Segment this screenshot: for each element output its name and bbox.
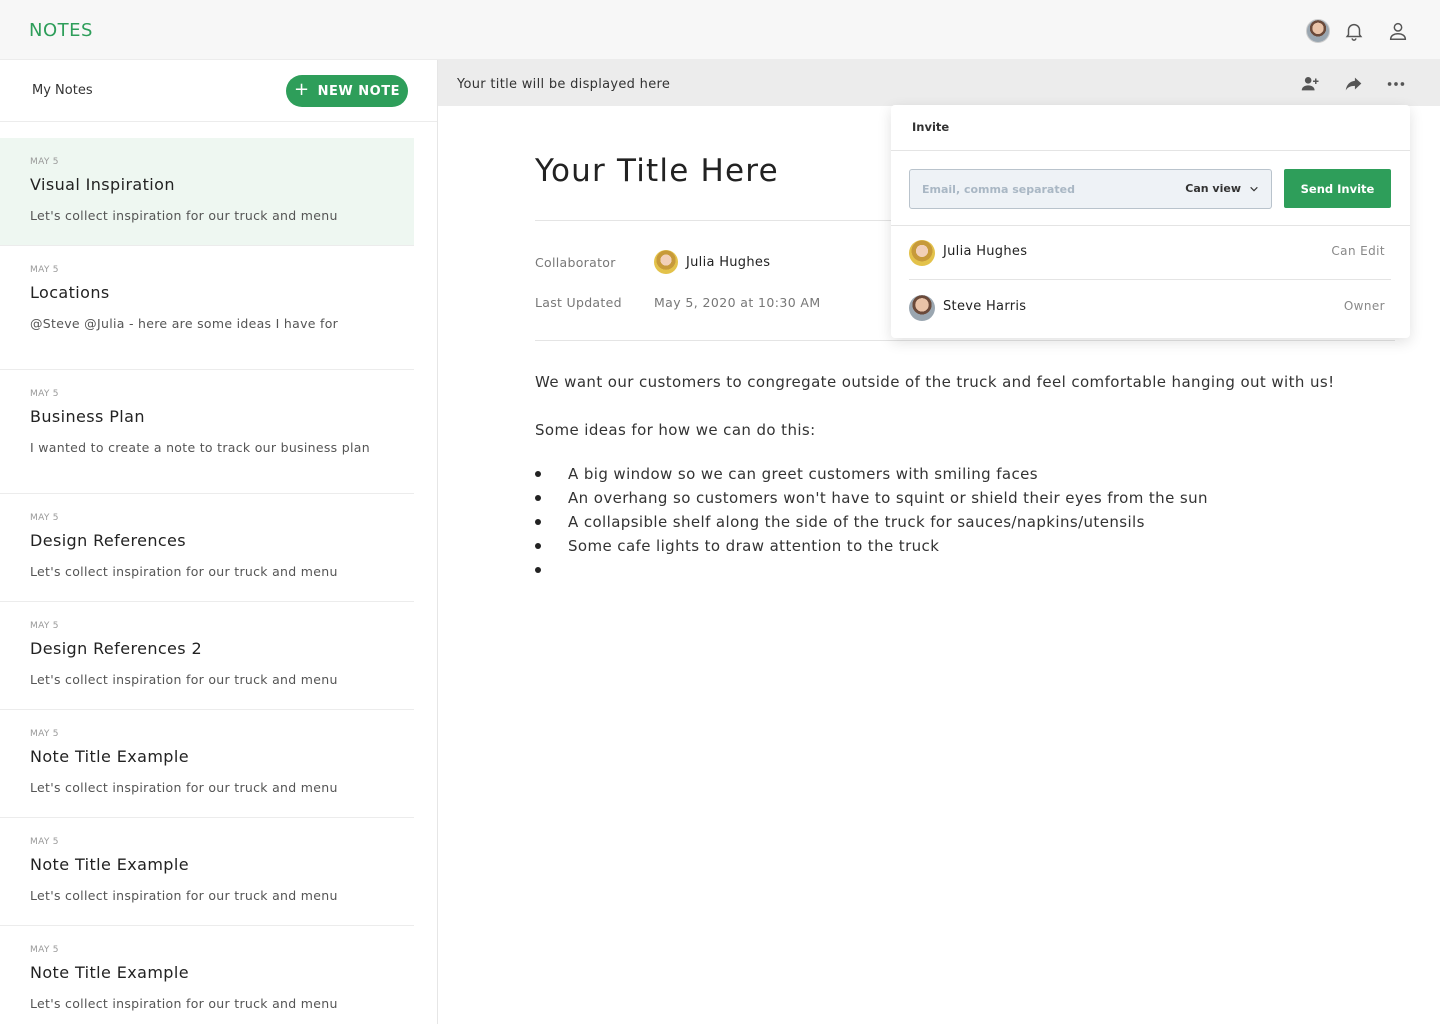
note-title: Locations xyxy=(30,283,110,302)
avatar xyxy=(909,240,935,266)
note-preview: @Steve @Julia - here are some ideas I ha… xyxy=(30,316,339,331)
member-name: Steve Harris xyxy=(943,299,1027,314)
send-invite-button[interactable]: Send Invite xyxy=(1284,169,1391,208)
invite-email-placeholder: Email, comma separated xyxy=(922,183,1075,196)
invite-email-field[interactable]: Email, comma separated Can view xyxy=(909,169,1272,209)
note-title: Design References 2 xyxy=(30,639,203,658)
share-icon[interactable] xyxy=(1343,73,1365,95)
my-notes-heading: My Notes xyxy=(32,83,93,98)
list-item[interactable]: Some cafe lights to draw attention to th… xyxy=(535,534,1208,558)
body-paragraph[interactable]: We want our customers to congregate outs… xyxy=(535,373,1335,391)
note-item[interactable]: MAY 5 Note Title Example Let's collect i… xyxy=(0,710,414,818)
note-preview: I wanted to create a note to track our b… xyxy=(30,440,370,455)
note-title: Note Title Example xyxy=(30,963,189,982)
member-row[interactable]: Steve Harris Owner xyxy=(909,281,1391,335)
note-item[interactable]: MAY 5 Visual Inspiration Let's collect i… xyxy=(0,138,414,246)
note-date: MAY 5 xyxy=(30,945,59,955)
member-role: Owner xyxy=(1343,299,1385,313)
avatar xyxy=(909,295,935,321)
note-item[interactable]: MAY 5 Business Plan I wanted to create a… xyxy=(0,370,414,494)
note-date: MAY 5 xyxy=(30,837,59,847)
editor-toolbar: Your title will be displayed here xyxy=(438,60,1440,106)
new-note-button[interactable]: + NEW NOTE xyxy=(286,75,408,107)
note-title: Note Title Example xyxy=(30,855,189,874)
note-title: Note Title Example xyxy=(30,747,189,766)
note-item[interactable]: MAY 5 Note Title Example Let's collect i… xyxy=(0,818,414,926)
note-title: Business Plan xyxy=(30,407,145,426)
permission-select[interactable]: Can view xyxy=(1185,182,1259,195)
top-bar: NOTES xyxy=(0,0,1440,60)
list-item[interactable]: A big window so we can greet customers w… xyxy=(535,462,1208,486)
member-row[interactable]: Julia Hughes Can Edit xyxy=(909,226,1391,280)
note-date: MAY 5 xyxy=(30,621,59,631)
note-date: MAY 5 xyxy=(30,513,59,523)
collaborator-avatar xyxy=(654,250,678,274)
note-preview: Let's collect inspiration for our truck … xyxy=(30,996,338,1011)
invite-popover: Invite Email, comma separated Can view S… xyxy=(891,105,1410,338)
member-name: Julia Hughes xyxy=(943,244,1028,259)
avatar[interactable] xyxy=(1306,19,1330,43)
note-item[interactable]: MAY 5 Note Title Example Let's collect i… xyxy=(0,926,414,1026)
note-date: MAY 5 xyxy=(30,389,59,399)
bullet-list[interactable]: A big window so we can greet customers w… xyxy=(535,462,1208,582)
user-icon[interactable] xyxy=(1387,20,1409,42)
bell-icon[interactable] xyxy=(1343,20,1365,42)
note-item[interactable]: MAY 5 Design References 2 Let's collect … xyxy=(0,602,414,710)
notes-sidebar: My Notes + NEW NOTE MAY 5 Visual Inspira… xyxy=(0,60,438,1024)
collaborator-name: Julia Hughes xyxy=(686,255,771,270)
more-options-icon[interactable] xyxy=(1385,73,1407,95)
note-preview: Let's collect inspiration for our truck … xyxy=(30,780,338,795)
last-updated-value: May 5, 2020 at 10:30 AM xyxy=(654,295,821,310)
editor-bar-title: Your title will be displayed here xyxy=(457,77,671,92)
note-date: MAY 5 xyxy=(30,729,59,739)
note-date: MAY 5 xyxy=(30,157,59,167)
note-item[interactable]: MAY 5 Design References Let's collect in… xyxy=(0,494,414,602)
divider xyxy=(535,340,1395,341)
app-brand[interactable]: NOTES xyxy=(29,20,93,41)
sidebar-header: My Notes + NEW NOTE xyxy=(0,60,437,122)
invite-header: Invite xyxy=(891,105,1410,151)
note-title: Visual Inspiration xyxy=(30,175,175,194)
note-date: MAY 5 xyxy=(30,265,59,275)
add-person-icon[interactable] xyxy=(1299,73,1321,95)
new-note-label: NEW NOTE xyxy=(317,83,400,99)
list-item[interactable]: A collapsible shelf along the side of th… xyxy=(535,510,1208,534)
document-title[interactable]: Your Title Here xyxy=(535,153,779,189)
note-preview: Let's collect inspiration for our truck … xyxy=(30,208,338,223)
invite-heading: Invite xyxy=(912,120,950,134)
plus-icon: + xyxy=(294,79,310,100)
note-preview: Let's collect inspiration for our truck … xyxy=(30,564,338,579)
member-role[interactable]: Can Edit xyxy=(1331,244,1385,258)
list-item[interactable] xyxy=(535,558,1208,582)
note-preview: Let's collect inspiration for our truck … xyxy=(30,672,338,687)
note-list: MAY 5 Visual Inspiration Let's collect i… xyxy=(0,138,414,1026)
chevron-down-icon xyxy=(1250,186,1258,191)
note-title: Design References xyxy=(30,531,187,550)
collaborator-label: Collaborator xyxy=(535,255,616,270)
note-item[interactable]: MAY 5 Locations @Steve @Julia - here are… xyxy=(0,246,414,370)
note-preview: Let's collect inspiration for our truck … xyxy=(30,888,338,903)
list-item[interactable]: An overhang so customers won't have to s… xyxy=(535,486,1208,510)
last-updated-label: Last Updated xyxy=(535,295,622,310)
permission-value: Can view xyxy=(1185,182,1241,195)
body-paragraph[interactable]: Some ideas for how we can do this: xyxy=(535,421,816,439)
